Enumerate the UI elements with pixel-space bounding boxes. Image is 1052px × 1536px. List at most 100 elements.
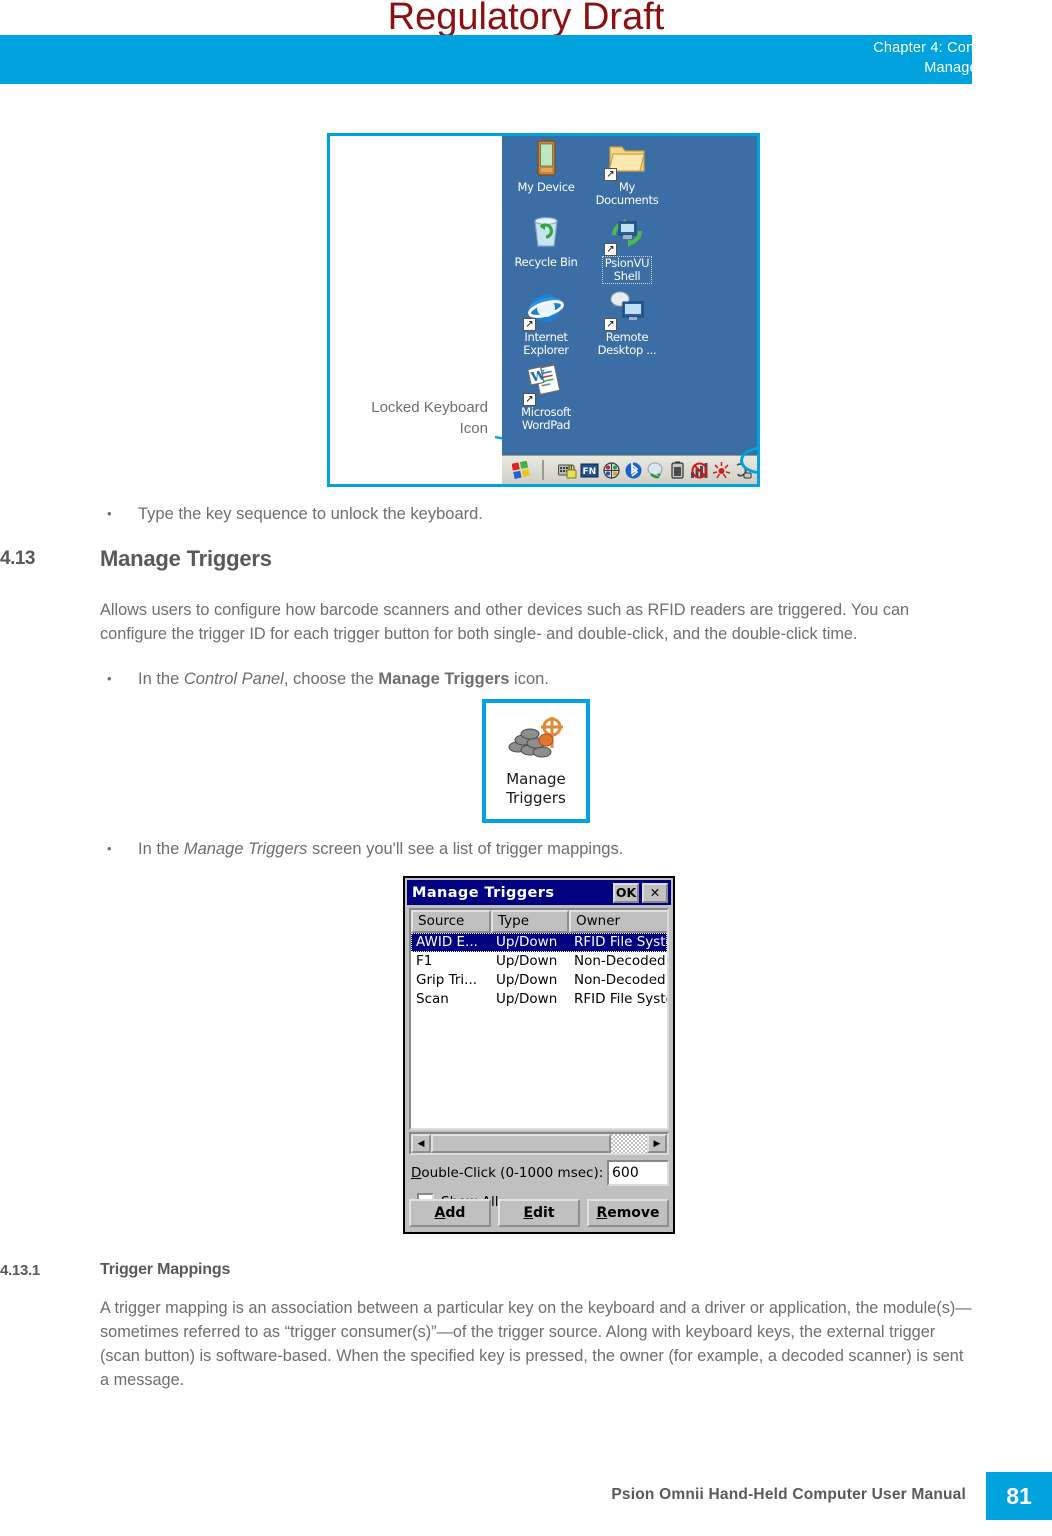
- ok-button[interactable]: OK: [613, 882, 639, 903]
- bullet-unlock-keyboard: • Type the key sequence to unlock the ke…: [100, 503, 900, 525]
- remote-desktop-icon: ↗: [604, 288, 648, 331]
- signal-disconnected-icon[interactable]: [690, 461, 709, 480]
- battery-icon[interactable]: [668, 461, 687, 480]
- add-button[interactable]: Add: [409, 1199, 491, 1227]
- accel-key: E: [523, 1205, 534, 1221]
- system-tray: FN: [558, 461, 757, 480]
- locked-keyboard-icon[interactable]: [558, 461, 577, 480]
- bullet-manage-triggers-screen: • In the Manage Triggers screen you'll s…: [100, 838, 900, 860]
- plug-icon[interactable]: [734, 461, 753, 480]
- cell-type: Up/Down: [496, 991, 558, 1007]
- regulatory-draft-watermark: Regulatory Draft: [387, 0, 665, 38]
- table-row[interactable]: Scan Up/Down RFID File System: [411, 990, 667, 1009]
- cell-type: Up/Down: [496, 953, 558, 969]
- radio-icon[interactable]: [712, 461, 731, 480]
- cell-source: Grip Tri...: [416, 972, 478, 988]
- shortcut-overlay-icon: ↗: [604, 243, 617, 256]
- scrollbar-thumb[interactable]: [431, 1134, 611, 1153]
- desktop-screenshot-figure: Locked Keyboard Icon My Device ↗ My Docu…: [327, 133, 760, 487]
- column-header-owner[interactable]: Owner: [569, 910, 667, 933]
- bullet-marker: •: [107, 506, 112, 521]
- header-section: Manage Triggers: [924, 60, 1036, 76]
- bullet-text: Type the key sequence to unlock the keyb…: [138, 505, 483, 523]
- close-icon[interactable]: ✕: [642, 882, 668, 903]
- label-rest: emove: [607, 1205, 660, 1221]
- label-line1: Microsoft: [521, 405, 571, 419]
- cell-type: Up/Down: [496, 972, 558, 988]
- table-row[interactable]: F1 Up/Down Non-Decoded S: [411, 952, 667, 971]
- taskbar-divider: [542, 460, 544, 480]
- fn-key-icon[interactable]: FN: [580, 461, 599, 480]
- svg-text:FN: FN: [583, 467, 597, 477]
- desktop-icon-remote-desktop[interactable]: ↗ Remote Desktop ...: [575, 288, 679, 357]
- table-row[interactable]: AWID E... Up/Down RFID File System: [411, 933, 667, 952]
- remove-button[interactable]: Remove: [587, 1199, 669, 1227]
- desktop-icon-microsoft-wordpad[interactable]: W ↗ Microsoft WordPad: [502, 363, 598, 432]
- subsection-number: 4.13.1: [0, 1262, 40, 1279]
- accel-key: D: [411, 1165, 422, 1181]
- horizontal-scrollbar[interactable]: ◀ ▶: [409, 1132, 669, 1155]
- header-breadcrumb: Chapter 4: Configuration Manage Triggers: [873, 38, 1036, 78]
- desktop-icon-label: My Documents: [575, 181, 679, 207]
- section-title: Manage Triggers: [100, 546, 272, 571]
- label-rest: ouble-Click (0-1000 msec):: [421, 1165, 604, 1181]
- cell-owner: RFID File System: [574, 991, 667, 1007]
- windows-ce-desktop: My Device ↗ My Documents Recycle Bin ↗ P…: [502, 136, 757, 484]
- desktop-icon-label: Remote Desktop ...: [575, 331, 679, 357]
- desktop-icon-psionvu-shell[interactable]: ↗ PsionVU Shell: [575, 213, 679, 285]
- psionvu-shell-icon: ↗: [604, 213, 648, 256]
- label-line1: PsionVU: [604, 256, 650, 270]
- accel-key: A: [434, 1205, 446, 1221]
- recycle-bin-icon: [525, 213, 567, 255]
- subsection-title: Trigger Mappings: [100, 1261, 231, 1278]
- scrollbar-trough[interactable]: [611, 1134, 647, 1153]
- double-click-input[interactable]: 600: [607, 1160, 669, 1186]
- label-line2: Documents: [595, 193, 659, 207]
- cell-source: Scan: [416, 991, 449, 1007]
- folder-icon: ↗: [604, 138, 648, 181]
- section-number: 4.13: [0, 548, 35, 569]
- bullet-control-panel: • In the Control Panel, choose the Manag…: [100, 668, 900, 690]
- bluetooth-icon[interactable]: [624, 461, 643, 480]
- bullet-marker: •: [107, 671, 112, 686]
- my-device-icon: [525, 138, 567, 180]
- txt-italic-manage-triggers: Manage Triggers: [183, 840, 308, 858]
- dialog-button-row: Add Edit Remove: [409, 1199, 669, 1227]
- page-number: 81: [986, 1472, 1052, 1520]
- desktop-icon-my-documents[interactable]: ↗ My Documents: [575, 138, 679, 207]
- globe-network-icon[interactable]: [602, 461, 621, 480]
- scroll-right-icon[interactable]: ▶: [647, 1134, 667, 1153]
- txt-pre: In the: [138, 670, 184, 688]
- manage-triggers-dialog: Manage Triggers OK ✕ Source Type Owner A…: [403, 876, 675, 1234]
- dialog-titlebar: Manage Triggers OK ✕: [407, 880, 671, 905]
- label-line1: Remote: [605, 330, 649, 344]
- bullet-text: In the Control Panel, choose the Manage …: [138, 668, 900, 690]
- txt-post: icon.: [509, 670, 549, 688]
- header-chapter: Chapter 4: Configuration: [873, 40, 1036, 56]
- shortcut-overlay-icon: ↗: [604, 168, 617, 181]
- label-line2: Shell: [613, 269, 641, 283]
- volume-icon[interactable]: [646, 461, 665, 480]
- cell-source: F1: [416, 953, 433, 969]
- callout-label-line2: Icon: [459, 420, 488, 437]
- wordpad-icon: W ↗: [523, 363, 567, 406]
- cell-owner: Non-Decoded S: [574, 972, 669, 988]
- callout-label: Locked Keyboard Icon: [338, 397, 488, 439]
- shortcut-overlay-icon: ↗: [523, 318, 536, 331]
- cell-type: Up/Down: [496, 934, 558, 950]
- trigger-mappings-listview[interactable]: Source Type Owner AWID E... Up/Down RFID…: [409, 908, 669, 1130]
- label-line1: Internet: [524, 330, 568, 344]
- txt-mid: , choose the: [283, 670, 379, 688]
- start-button[interactable]: [505, 458, 537, 482]
- dialog-title: Manage Triggers: [412, 884, 555, 901]
- scroll-left-icon[interactable]: ◀: [411, 1134, 431, 1153]
- edit-button[interactable]: Edit: [498, 1199, 580, 1227]
- column-header-type[interactable]: Type: [491, 910, 569, 933]
- label-line2: Desktop ...: [597, 343, 657, 357]
- section-body-paragraph: Allows users to configure how barcode sc…: [100, 601, 910, 643]
- manage-triggers-control-panel-icon-figure: Manage Triggers: [482, 699, 590, 823]
- label-line2: WordPad: [521, 418, 571, 432]
- table-row[interactable]: Grip Tri... Up/Down Non-Decoded S: [411, 971, 667, 990]
- column-header-source[interactable]: Source: [411, 910, 491, 933]
- txt-post: screen you'll see a list of trigger mapp…: [307, 840, 624, 858]
